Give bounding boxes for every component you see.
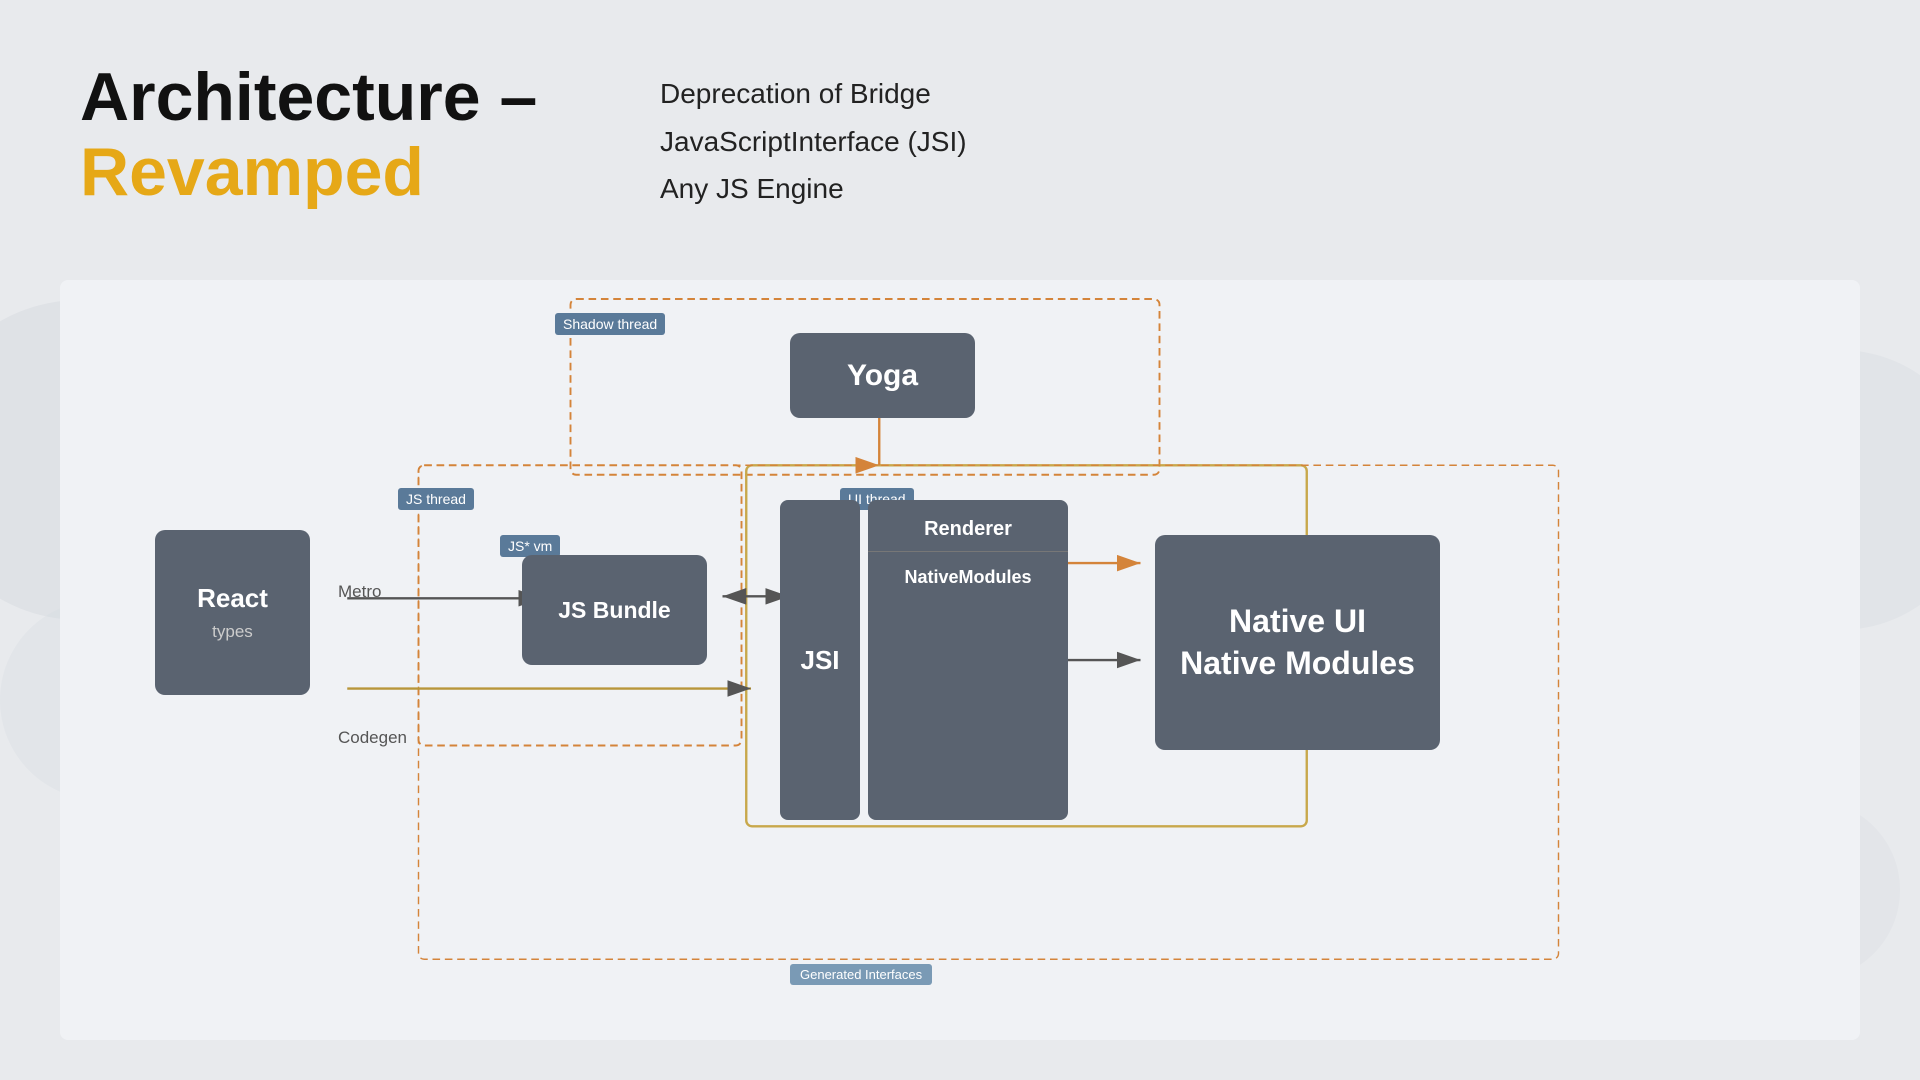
metro-label: Metro [338,582,381,602]
jsvm-label: JS* vm [500,535,560,557]
title-line1: Architecture – [80,60,537,135]
react-label: React [197,583,268,614]
bullet-1: Deprecation of Bridge [660,70,967,118]
react-box: React types [155,530,310,695]
title-line2: Revamped [80,135,537,210]
generated-interfaces: Generated Interfaces [790,964,932,985]
native-ui-box: Native UI Native Modules [1155,535,1440,750]
native-ui-line1: Native UI [1229,601,1366,643]
codegen-label: Codegen [338,728,407,748]
shadow-thread-label: Shadow thread [555,313,665,335]
nativemodules-label: NativeModules [868,552,1068,603]
jsi-label: JSI [800,645,839,676]
jsi-box: JSI [780,500,860,820]
js-thread-label: JS thread [398,488,474,510]
yoga-label: Yoga [847,359,918,393]
react-sub: types [212,622,253,642]
bullets-block: Deprecation of Bridge JavaScriptInterfac… [660,70,967,213]
yoga-box: Yoga [790,333,975,418]
title-block: Architecture – Revamped [80,60,537,210]
bullet-2: JavaScriptInterface (JSI) [660,118,967,166]
renderer-label: Renderer [868,500,1068,552]
jsbundle-label: JS Bundle [558,597,670,624]
bullet-3: Any JS Engine [660,165,967,213]
native-ui-line2: Native Modules [1180,643,1415,685]
renderer-area: Renderer NativeModules [868,500,1068,820]
diagram-wrapper: Shadow thread JS thread UI thread JS* vm… [60,280,1860,1040]
jsbundle-box: JS Bundle [522,555,707,665]
